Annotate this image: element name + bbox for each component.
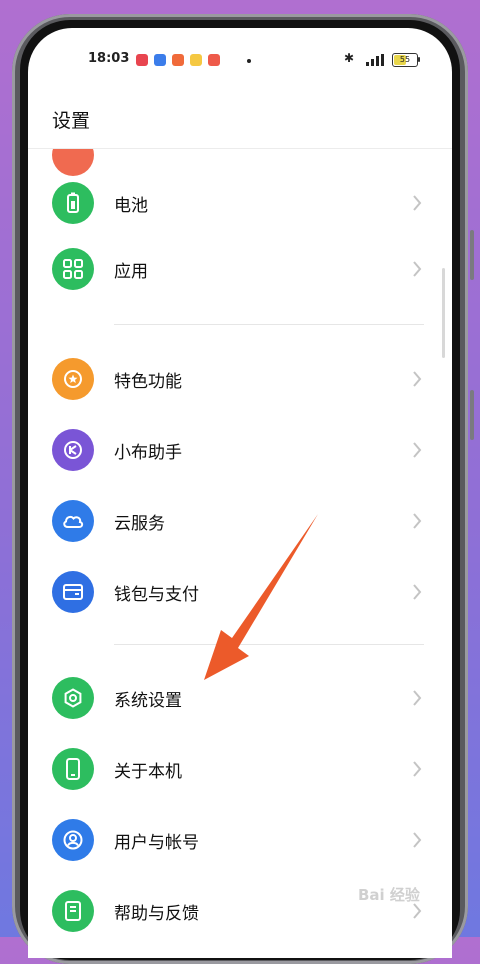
battery-icon — [52, 182, 94, 224]
setting-label: 钱包与支付 — [114, 585, 199, 605]
chevron-right-icon — [413, 584, 422, 600]
star-icon — [52, 358, 94, 400]
setting-label: 用户与帐号 — [114, 833, 199, 853]
setting-label: 应用 — [114, 262, 148, 282]
screen: 18:03 ✱ 55 设置 电池 应用 特色功能 小布助手 云服务 钱包与支付 … — [28, 28, 452, 958]
watermark-text: Bai 经验 — [358, 886, 420, 904]
wallet-icon — [52, 571, 94, 613]
watermark: Bai 经验 — [358, 884, 420, 905]
notification-icon — [190, 54, 202, 66]
user-icon — [52, 819, 94, 861]
notification-icon — [208, 54, 220, 66]
setting-system-settings[interactable]: 系统设置 — [28, 665, 452, 731]
chevron-right-icon — [413, 442, 422, 458]
setting-label: 特色功能 — [114, 372, 182, 392]
chevron-right-icon — [413, 513, 422, 529]
status-bar: 18:03 ✱ 55 — [28, 46, 452, 70]
side-button — [470, 390, 474, 440]
phone-icon — [52, 748, 94, 790]
chevron-right-icon — [413, 832, 422, 848]
setting-featured-functions[interactable]: 特色功能 — [28, 346, 452, 412]
signal-icon — [366, 54, 386, 66]
status-time: 18:03 — [88, 51, 130, 66]
help-book-icon — [52, 890, 94, 932]
section-divider — [114, 324, 424, 325]
notification-icon — [154, 54, 166, 66]
setting-wallet-payment[interactable]: 钱包与支付 — [28, 559, 452, 625]
setting-label: 小布助手 — [114, 443, 182, 463]
chevron-right-icon — [413, 690, 422, 706]
cloud-icon — [52, 500, 94, 542]
chevron-right-icon — [413, 261, 422, 277]
setting-label: 帮助与反馈 — [114, 904, 199, 924]
setting-users-accounts[interactable]: 用户与帐号 — [28, 807, 452, 873]
setting-assistant[interactable]: 小布助手 — [28, 417, 452, 483]
section-divider — [114, 644, 424, 645]
notification-icon — [172, 54, 184, 66]
setting-label: 电池 — [114, 196, 148, 216]
apps-grid-icon — [52, 248, 94, 290]
bluetooth-icon: ✱ — [344, 51, 355, 65]
setting-apps[interactable]: 应用 — [28, 236, 452, 302]
battery-percent: 55 — [399, 55, 411, 64]
chevron-right-icon — [413, 195, 422, 211]
chevron-right-icon — [413, 371, 422, 387]
setting-about-phone[interactable]: 关于本机 — [28, 736, 452, 802]
assistant-icon — [52, 429, 94, 471]
header-divider — [28, 148, 452, 149]
setting-label: 关于本机 — [114, 762, 182, 782]
side-button — [470, 230, 474, 280]
more-notifications-icon — [247, 59, 251, 63]
setting-label: 系统设置 — [114, 691, 182, 711]
setting-label: 云服务 — [114, 514, 165, 534]
header: 设置 — [28, 90, 452, 148]
setting-battery[interactable]: 电池 — [28, 170, 452, 236]
battery-status-icon: 55 — [392, 53, 420, 67]
page-title: 设置 — [52, 110, 91, 132]
battery-nub — [418, 57, 420, 62]
chevron-right-icon — [413, 761, 422, 777]
notification-icon — [136, 54, 148, 66]
scrollbar[interactable] — [442, 268, 445, 358]
system-settings-icon — [52, 677, 94, 719]
setting-cloud-service[interactable]: 云服务 — [28, 488, 452, 554]
